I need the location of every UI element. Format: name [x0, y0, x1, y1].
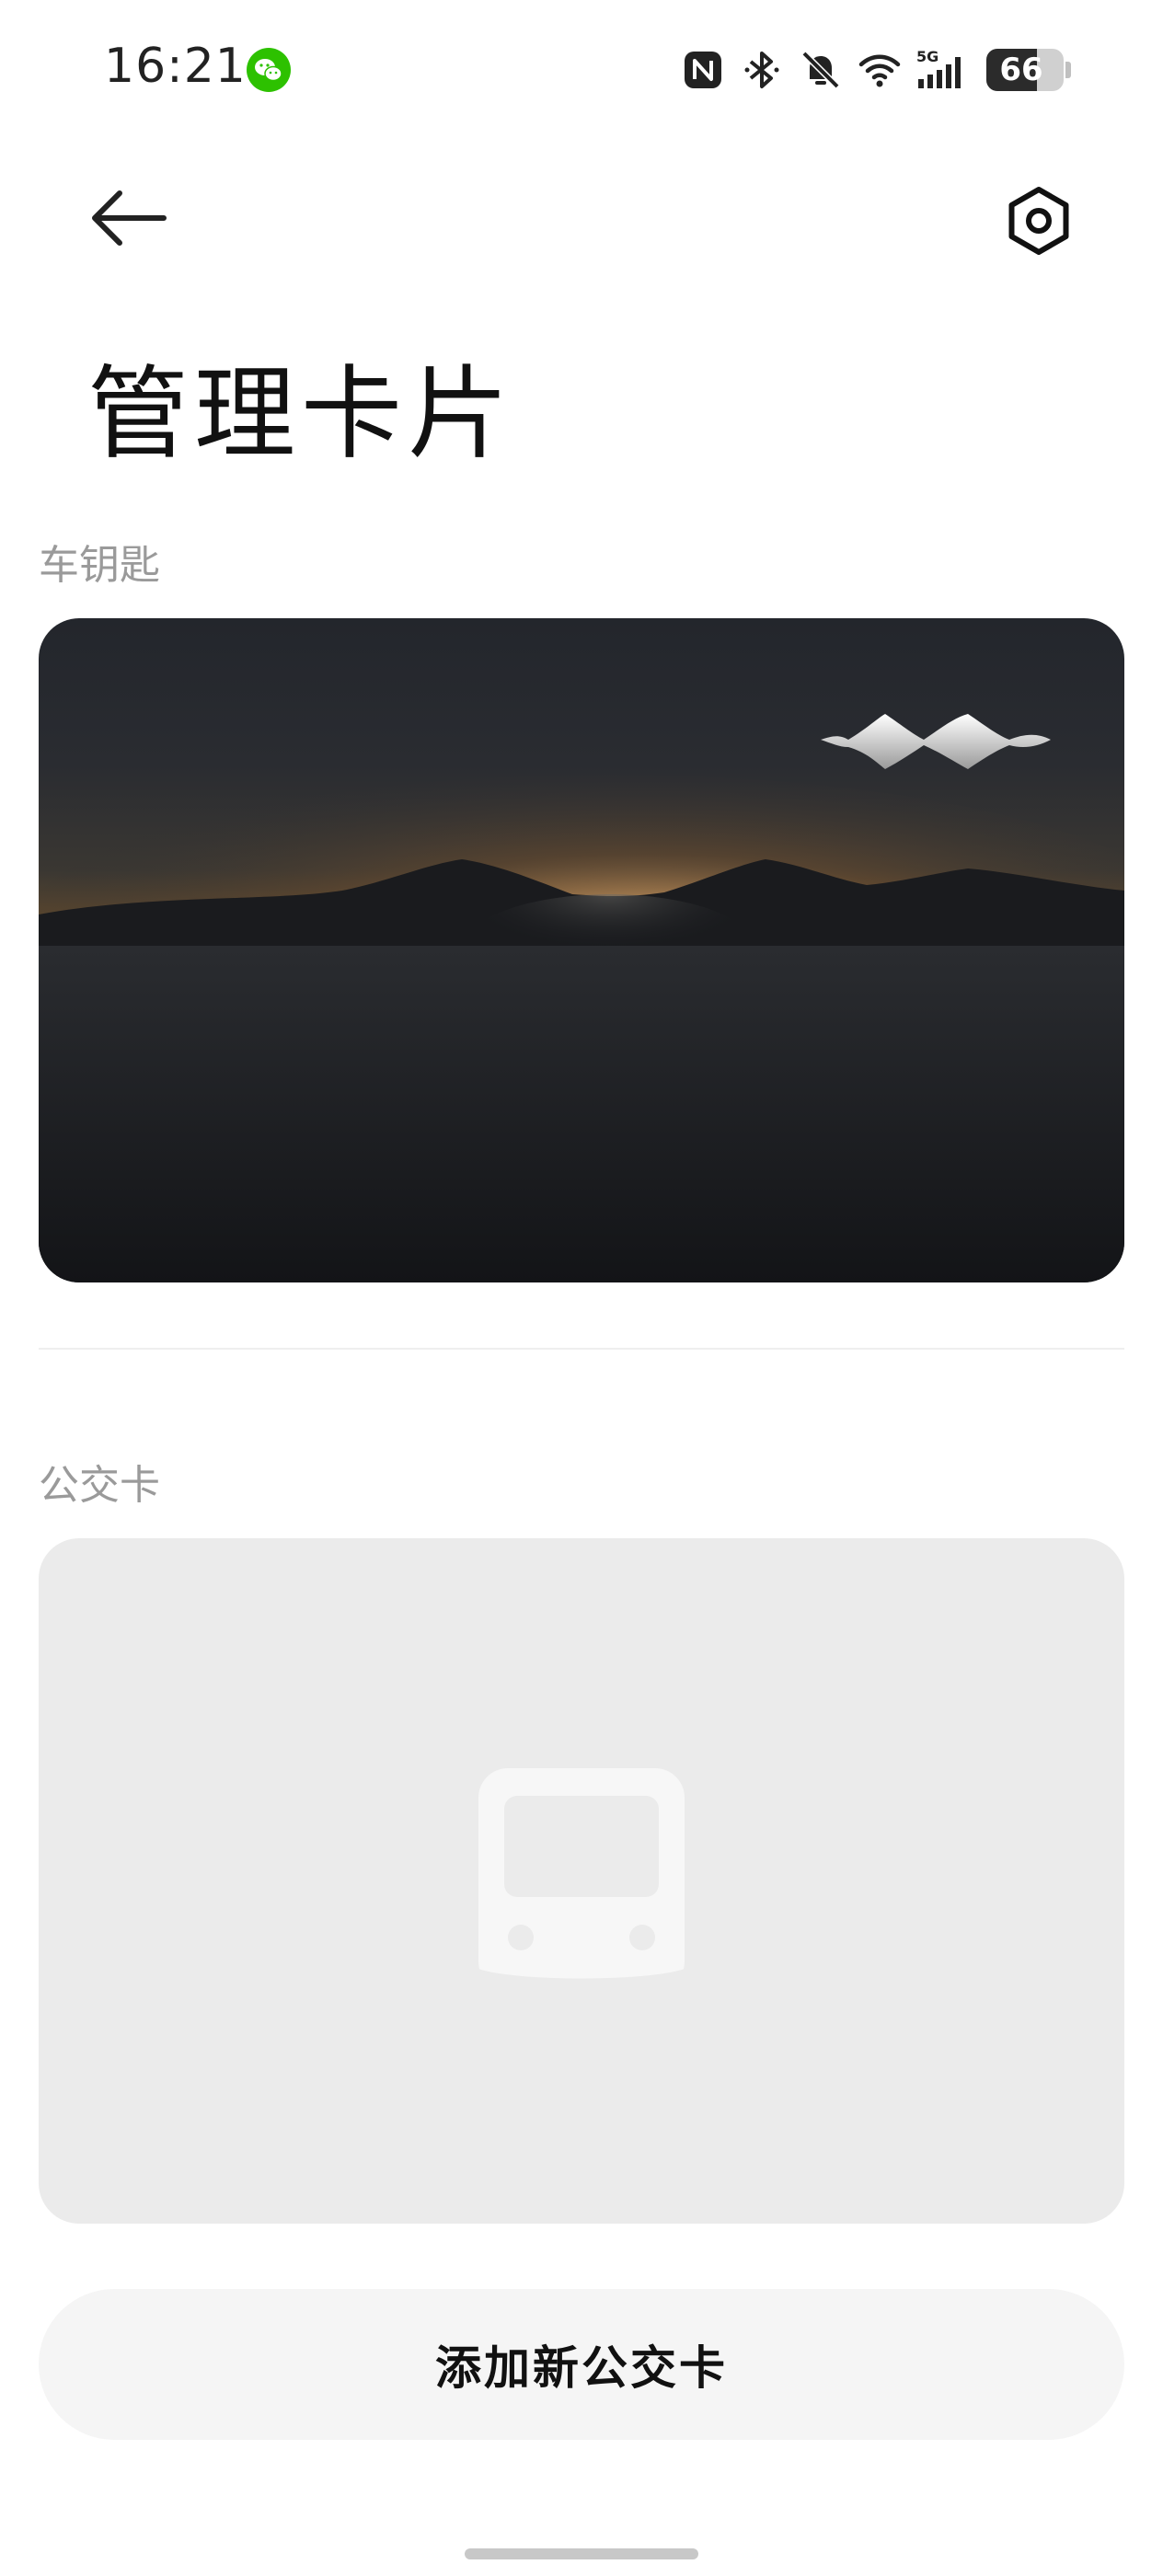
car-key-card-art: [39, 714, 1124, 1282]
car-key-card[interactable]: [39, 618, 1124, 1282]
add-transit-card-button[interactable]: 添加新公交卡: [39, 2289, 1124, 2440]
home-indicator[interactable]: [465, 2548, 698, 2559]
back-button[interactable]: [81, 179, 177, 257]
bus-icon: [478, 1768, 685, 1991]
network-label: 5G: [916, 48, 938, 65]
transit-card-placeholder[interactable]: [39, 1538, 1124, 2224]
arrow-left-icon: [92, 190, 167, 246]
status-icons: 5G 66: [681, 44, 1071, 96]
wechat-icon: [247, 48, 291, 92]
car-brand-logo: [821, 714, 1051, 769]
battery-tip: [1065, 62, 1071, 78]
wifi-icon: [858, 54, 901, 87]
silent-icon: [801, 51, 840, 89]
section-label-transit: 公交卡: [39, 1462, 160, 1509]
bluetooth-icon: [744, 52, 779, 88]
status-time: 16:21: [104, 39, 247, 94]
page-title: 管理卡片: [87, 355, 514, 473]
divider: [39, 1348, 1124, 1350]
signal-icon: 5G: [916, 48, 961, 88]
battery-icon: 66: [986, 49, 1064, 91]
status-bar: 16:21 5G 66: [0, 0, 1163, 138]
section-label-car-key: 车钥匙: [39, 542, 160, 589]
settings-button[interactable]: [997, 179, 1080, 262]
nfc-icon: [685, 52, 721, 88]
hexagon-settings-icon: [1008, 187, 1069, 255]
battery-level: 66: [999, 52, 1043, 88]
